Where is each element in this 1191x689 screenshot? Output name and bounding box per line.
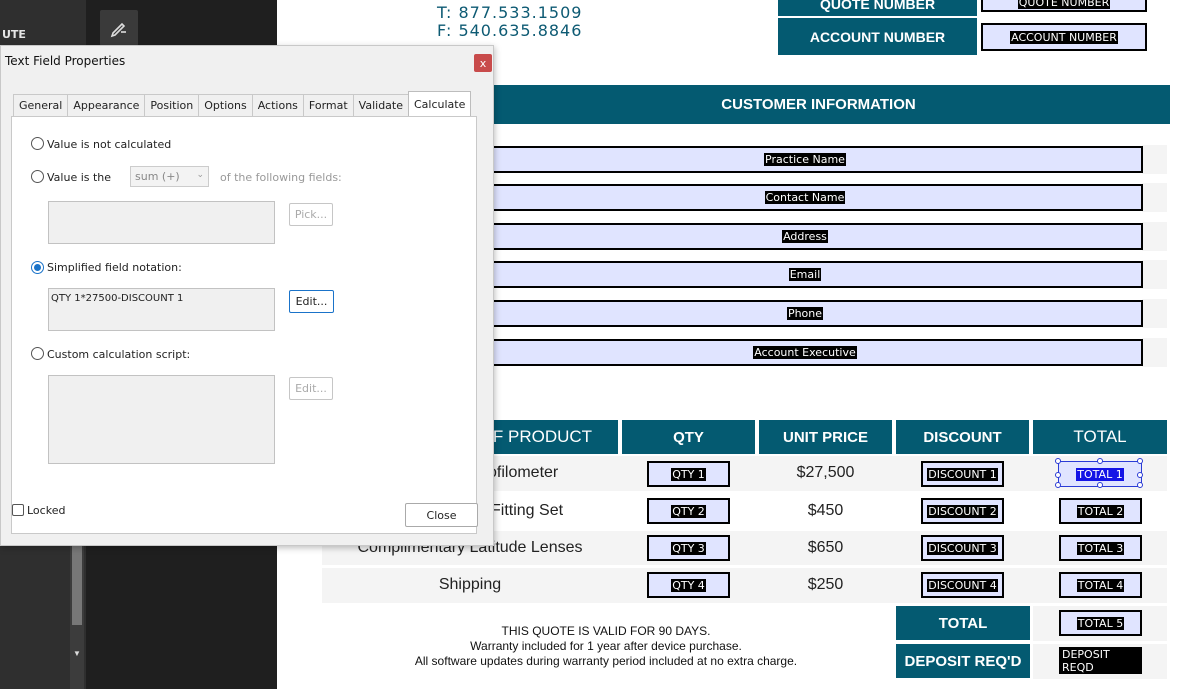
qty-field-3[interactable]: QTY 3	[647, 535, 730, 561]
simplified-notation-box[interactable]: QTY 1*27500-DISCOUNT 1	[48, 288, 275, 331]
header-discount: DISCOUNT	[896, 420, 1029, 454]
edit-pen-icon[interactable]	[100, 10, 138, 46]
dialog-title: Text Field Properties	[5, 54, 126, 68]
total-field-1[interactable]: TOTAL 1	[1055, 458, 1143, 488]
total-field-2[interactable]: TOTAL 2	[1059, 498, 1142, 524]
account-number-field[interactable]: ACCOUNT NUMBER	[981, 23, 1147, 51]
phone-text: T: 877.533.1509	[437, 3, 583, 22]
label-not-calculated: Value is not calculated	[47, 138, 172, 151]
radio-value-is[interactable]	[31, 170, 44, 183]
discount-field-3[interactable]: DISCOUNT 3	[921, 535, 1004, 561]
account-number-label: ACCOUNT NUMBER	[778, 18, 977, 55]
product-name-4: Shipping	[438, 576, 502, 593]
tab-validate[interactable]: Validate	[352, 94, 409, 116]
label-value-is: Value is the	[47, 171, 112, 184]
locked-label: Locked	[27, 504, 66, 517]
header-total: TOTAL	[1033, 420, 1167, 454]
tab-appearance[interactable]: Appearance	[67, 94, 146, 116]
pick-button[interactable]: Pick...	[289, 203, 333, 226]
label-of-following: of the following fields:	[220, 171, 342, 184]
practice-name-field[interactable]: Practice Name	[467, 146, 1143, 173]
edit-notation-button[interactable]: Edit...	[289, 290, 334, 313]
total-label: TOTAL	[896, 606, 1030, 640]
edit-script-button[interactable]: Edit...	[289, 377, 333, 400]
scrollbar-thumb[interactable]	[72, 545, 82, 625]
locked-checkbox[interactable]	[12, 504, 24, 516]
quote-notes: THIS QUOTE IS VALID FOR 90 DAYS. Warrant…	[397, 624, 815, 669]
address-field[interactable]: Address	[467, 223, 1143, 250]
total-field-4[interactable]: TOTAL 4	[1059, 572, 1142, 598]
discount-field-2[interactable]: DISCOUNT 2	[921, 498, 1004, 524]
note-valid: THIS QUOTE IS VALID FOR 90 DAYS.	[501, 624, 711, 638]
account-executive-field[interactable]: Account Executive	[467, 339, 1143, 366]
discount-field-4[interactable]: DISCOUNT 4	[921, 572, 1004, 598]
note-warranty: Warranty included for 1 year after devic…	[470, 639, 742, 653]
customer-info-header: CUSTOMER INFORMATION	[467, 85, 1170, 124]
side-label: UTE	[2, 28, 26, 41]
calculate-panel: Value is not calculated Value is the sum…	[11, 116, 477, 534]
scrollbar[interactable]: ▼	[70, 545, 84, 689]
label-simplified-notation: Simplified field notation:	[47, 261, 182, 274]
total-field-5[interactable]: TOTAL 5	[1059, 610, 1142, 636]
radio-simplified-notation[interactable]	[31, 261, 44, 274]
header-qty: QTY	[622, 420, 755, 454]
product-name-2: Fitting Set	[491, 502, 564, 519]
tab-format[interactable]: Format	[302, 94, 354, 116]
unit-price-1: $27,500	[796, 464, 855, 481]
quote-number-field[interactable]: QUOTE NUMBER	[981, 0, 1147, 12]
qty-field-1[interactable]: QTY 1	[647, 461, 730, 487]
unit-price-2: $450	[807, 502, 844, 519]
chevron-down-icon: ⌄	[196, 170, 204, 180]
radio-custom-script[interactable]	[31, 347, 44, 360]
note-software: All software updates during warranty per…	[414, 654, 798, 668]
tab-general[interactable]: General	[13, 94, 69, 116]
scroll-down-icon[interactable]: ▼	[73, 649, 81, 658]
quote-number-label: QUOTE NUMBER	[778, 0, 977, 16]
tab-bar: General Appearance Position Options Acti…	[13, 91, 472, 116]
text-field-properties-dialog: Text Field Properties x General Appearan…	[0, 45, 494, 546]
custom-script-box[interactable]	[48, 375, 275, 464]
fields-list-box[interactable]	[48, 201, 275, 244]
qty-field-2[interactable]: QTY 2	[647, 498, 730, 524]
header-unit-price: UNIT PRICE	[759, 420, 892, 454]
tab-options[interactable]: Options	[198, 94, 253, 116]
qty-field-4[interactable]: QTY 4	[647, 572, 730, 598]
radio-not-calculated[interactable]	[31, 137, 44, 150]
tab-position[interactable]: Position	[144, 94, 200, 116]
email-field[interactable]: Email	[467, 261, 1143, 288]
fax-text: F: 540.635.8846	[437, 21, 583, 40]
simplified-notation-text: QTY 1*27500-DISCOUNT 1	[51, 293, 184, 304]
phone-field[interactable]: Phone	[467, 300, 1143, 327]
unit-price-4: $250	[807, 576, 844, 593]
operation-select-value: sum (+)	[135, 170, 180, 183]
tab-actions[interactable]: Actions	[251, 94, 304, 116]
dialog-close-icon[interactable]: x	[474, 54, 492, 72]
total-field-3[interactable]: TOTAL 3	[1059, 535, 1142, 561]
close-button[interactable]: Close	[405, 503, 478, 527]
label-custom-script: Custom calculation script:	[47, 348, 191, 361]
operation-select[interactable]: sum (+) ⌄	[130, 166, 209, 187]
deposit-label: DEPOSIT REQ'D	[896, 644, 1030, 678]
contact-name-field[interactable]: Contact Name	[467, 184, 1143, 211]
deposit-field[interactable]: DEPOSIT REQD	[1059, 647, 1142, 674]
discount-field-1[interactable]: DISCOUNT 1	[921, 461, 1004, 487]
unit-price-3: $650	[807, 539, 844, 556]
tab-calculate[interactable]: Calculate	[408, 91, 472, 116]
